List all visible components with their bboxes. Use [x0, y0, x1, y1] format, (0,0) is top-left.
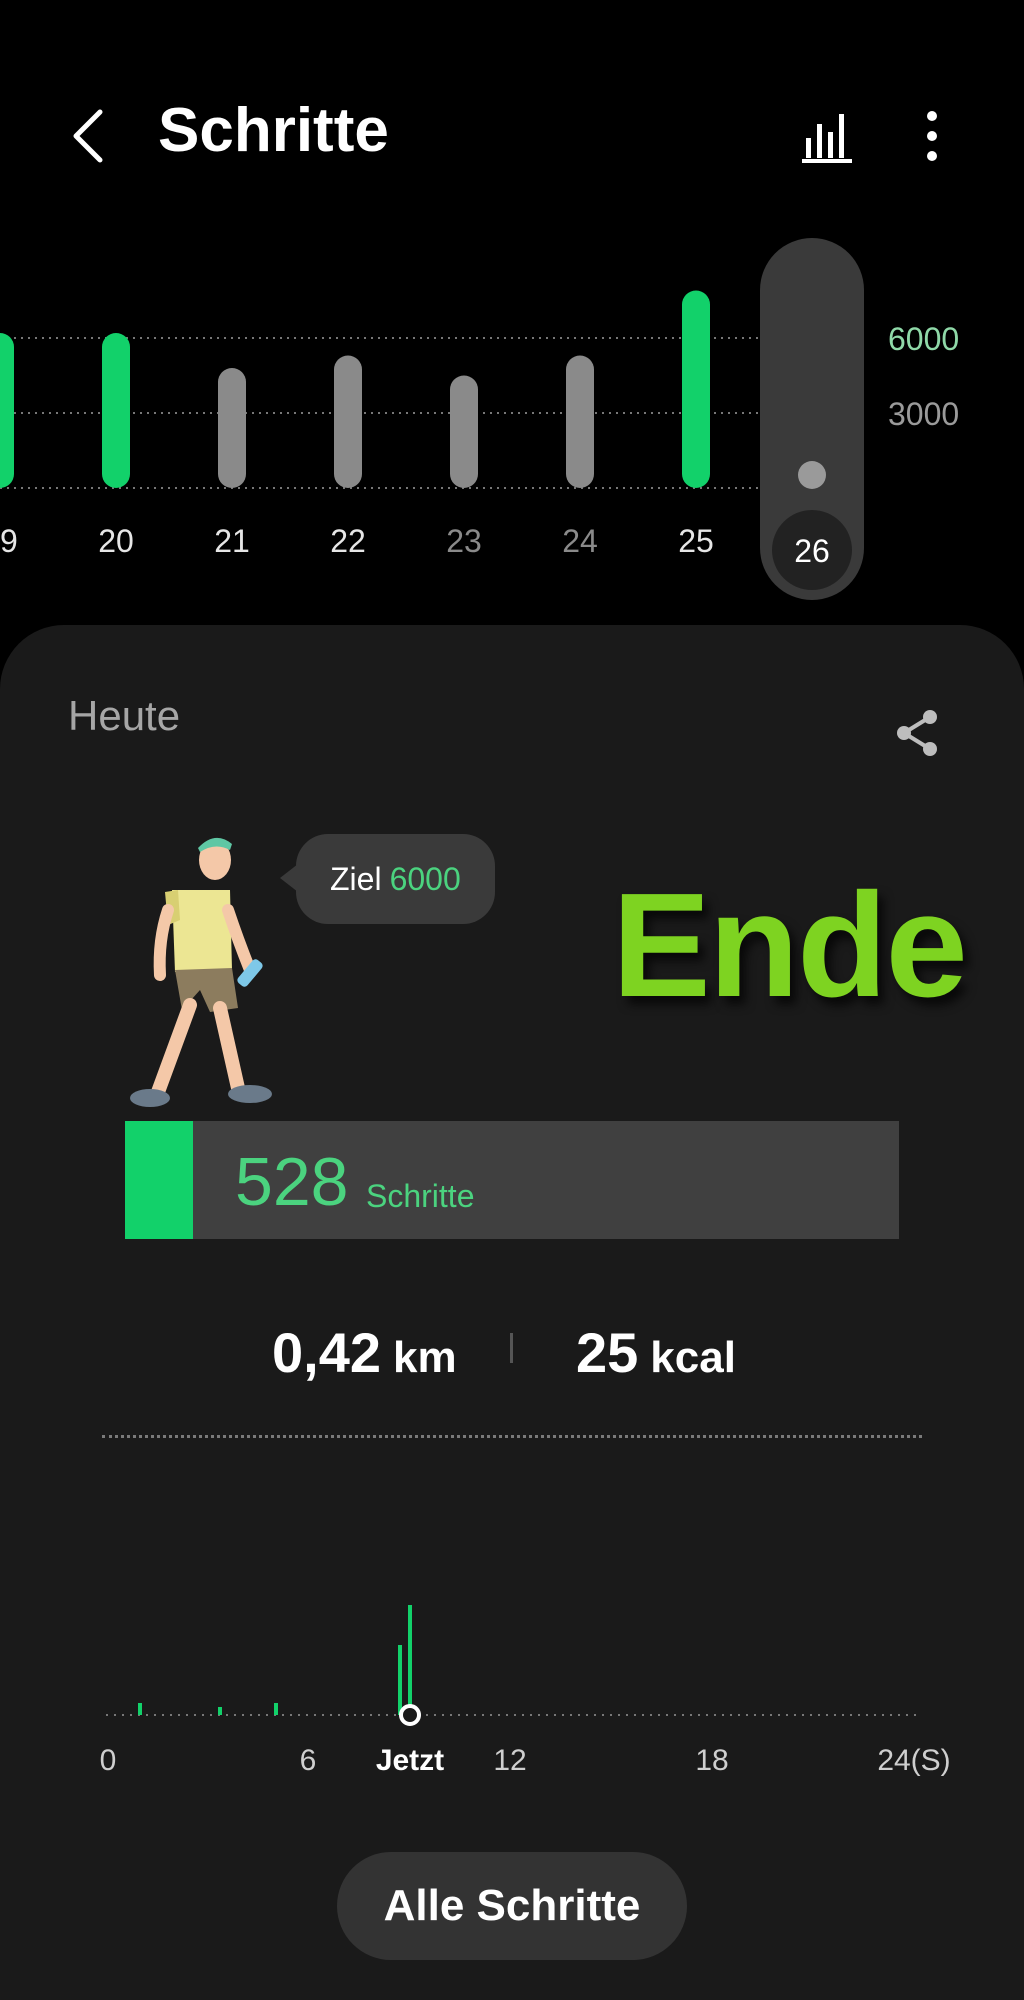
- week-day-label[interactable]: 23: [446, 523, 482, 559]
- calories-unit: kcal: [650, 1333, 736, 1382]
- steps-progress-fill: [125, 1121, 193, 1239]
- hourly-tick-label: 12: [493, 1744, 526, 1777]
- goal-value: 6000: [389, 860, 461, 897]
- hourly-bar: [274, 1703, 278, 1715]
- bar-chart-icon[interactable]: [800, 108, 856, 164]
- hourly-bar: [408, 1605, 412, 1715]
- page-title: Schritte: [158, 96, 389, 165]
- steps-count: 528: [235, 1144, 349, 1220]
- hourly-tick-label: Jetzt: [376, 1744, 444, 1777]
- week-day-label[interactable]: 21: [214, 523, 250, 559]
- week-bar[interactable]: [334, 355, 362, 489]
- share-icon[interactable]: [890, 705, 946, 761]
- day-label: Heute: [68, 692, 181, 739]
- stat-separator: [510, 1333, 513, 1363]
- distance-value: 0,42: [272, 1321, 381, 1384]
- calories-value: 25: [576, 1321, 639, 1384]
- week-day-label[interactable]: 19: [0, 523, 18, 559]
- chevron-left-icon[interactable]: [70, 108, 110, 164]
- distance-unit: km: [393, 1333, 457, 1382]
- weekly-steps-chart[interactable]: 6000 3000 19 20 21 22 23 24 25 26: [0, 230, 1024, 610]
- hourly-tick-label: 0: [100, 1744, 117, 1777]
- divider: [102, 1435, 922, 1438]
- all-steps-button[interactable]: Alle Schritte: [337, 1852, 687, 1960]
- walking-person-illustration: [120, 830, 300, 1115]
- week-bar[interactable]: [798, 461, 826, 489]
- steps-unit: Schritte: [366, 1178, 475, 1214]
- week-bar[interactable]: [102, 333, 130, 488]
- week-bar[interactable]: [0, 333, 14, 488]
- week-y-tick: 3000: [888, 396, 959, 432]
- week-bar[interactable]: [450, 375, 478, 489]
- hourly-tick-label: 6: [300, 1744, 317, 1777]
- week-day-label[interactable]: 22: [330, 523, 366, 559]
- more-vertical-icon[interactable]: [918, 108, 946, 164]
- distance-stat: 0,42 km: [272, 1320, 457, 1385]
- calories-stat: 25 kcal: [576, 1320, 736, 1385]
- overlay-text: Ende: [612, 863, 968, 1028]
- hourly-bar: [138, 1703, 142, 1715]
- hourly-tick-label: 18: [695, 1744, 728, 1777]
- week-bar[interactable]: [682, 290, 710, 489]
- goal-bubble: Ziel 6000: [280, 834, 495, 924]
- week-bar[interactable]: [218, 368, 246, 488]
- goal-label: Ziel: [330, 860, 382, 897]
- week-day-label[interactable]: 25: [678, 523, 714, 559]
- hourly-bar: [218, 1707, 222, 1715]
- hourly-steps-chart[interactable]: 0 6 Jetzt 12 18 24(S): [80, 1580, 960, 1780]
- week-day-label[interactable]: 24: [562, 523, 598, 559]
- week-bar[interactable]: [566, 355, 594, 489]
- hourly-bar: [398, 1645, 402, 1715]
- week-day-label[interactable]: 20: [98, 523, 134, 559]
- week-day-label[interactable]: 26: [794, 533, 830, 569]
- now-marker: [399, 1704, 421, 1726]
- hourly-tick-label: 24(S): [877, 1744, 950, 1777]
- week-y-tick: 6000: [888, 321, 959, 357]
